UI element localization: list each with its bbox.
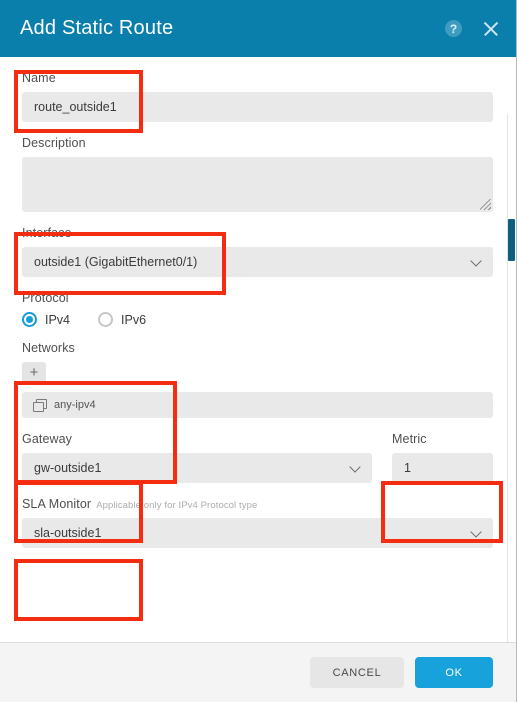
protocol-radio-group: IPv4 IPv6	[22, 312, 493, 327]
dialog-title: Add Static Route	[20, 17, 174, 39]
interface-value: outside1 (GigabitEthernet0/1)	[34, 255, 198, 269]
network-object-icon	[33, 399, 47, 412]
close-icon[interactable]	[482, 20, 500, 38]
field-networks: Networks + any-ipv4	[22, 341, 493, 418]
interface-select[interactable]: outside1 (GigabitEthernet0/1)	[22, 247, 493, 277]
name-label: Name	[22, 71, 56, 85]
metric-input[interactable]: 1	[392, 453, 493, 483]
field-gateway: Gateway gw-outside1	[22, 432, 372, 483]
description-textarea[interactable]	[22, 157, 493, 212]
gateway-metric-row: Gateway gw-outside1 Metric 1	[22, 432, 493, 483]
name-input[interactable]: route_outside1	[22, 92, 493, 122]
field-sla-monitor: SLA Monitor Applicable only for IPv4 Prot…	[22, 497, 493, 548]
gateway-select[interactable]: gw-outside1	[22, 453, 372, 483]
field-metric: Metric 1	[392, 432, 493, 483]
protocol-label: Protocol	[22, 291, 69, 305]
dialog-footer: CANCEL OK	[0, 642, 516, 702]
field-name: Name route_outside1	[22, 71, 493, 122]
dialog-body: Name route_outside1 Description Interfac…	[0, 57, 516, 642]
gateway-label: Gateway	[22, 432, 73, 446]
radio-dot-icon	[26, 316, 33, 323]
chevron-down-icon	[470, 526, 482, 538]
network-list-item[interactable]: any-ipv4	[22, 392, 493, 418]
description-label: Description	[22, 136, 86, 150]
sla-monitor-select[interactable]: sla-outside1	[22, 518, 493, 548]
add-network-button[interactable]: +	[22, 362, 46, 383]
interface-label: Interface	[22, 226, 72, 240]
network-item-label: any-ipv4	[54, 399, 96, 411]
radio-ipv4[interactable]: IPv4	[22, 312, 70, 327]
sla-monitor-label: SLA Monitor Applicable only for IPv4 Prot…	[22, 497, 493, 511]
field-protocol: Protocol IPv4 IPv6	[22, 291, 493, 327]
radio-ipv6-indicator	[98, 312, 114, 327]
ok-button[interactable]: OK	[415, 657, 493, 688]
field-description: Description	[22, 136, 493, 212]
sla-monitor-label-text: SLA Monitor	[22, 497, 92, 511]
dialog-scrollbar-thumb[interactable]	[508, 219, 515, 261]
gateway-value: gw-outside1	[34, 461, 102, 475]
resize-grip-icon[interactable]	[480, 199, 491, 210]
chevron-down-icon	[470, 255, 482, 267]
radio-ipv6-label: IPv6	[121, 312, 147, 327]
sla-monitor-hint: Applicable only for IPv4 Protocol type	[96, 500, 258, 511]
sla-monitor-value: sla-outside1	[34, 526, 102, 540]
metric-label: Metric	[392, 432, 427, 446]
radio-ipv4-label: IPv4	[45, 312, 71, 327]
radio-ipv6[interactable]: IPv6	[98, 312, 146, 327]
cancel-button[interactable]: CANCEL	[310, 657, 404, 688]
networks-label: Networks	[22, 341, 75, 355]
chevron-down-icon	[349, 461, 361, 473]
field-interface: Interface outside1 (GigabitEthernet0/1)	[22, 226, 493, 277]
add-static-route-dialog: Add Static Route ? Name route_outside1 D…	[0, 0, 517, 702]
help-circle-icon[interactable]: ?	[445, 20, 462, 37]
header-icon-group: ?	[445, 20, 500, 38]
dialog-scrollbar-track[interactable]	[507, 114, 516, 642]
dialog-header: Add Static Route ?	[0, 0, 516, 57]
radio-ipv4-indicator	[22, 312, 37, 327]
